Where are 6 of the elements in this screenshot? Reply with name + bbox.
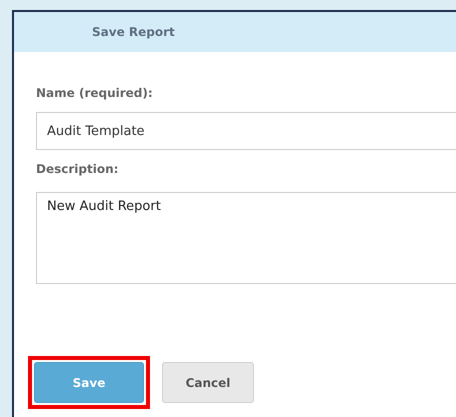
description-field[interactable]: New Audit Report <box>36 192 456 284</box>
field-label: Name (required): <box>36 86 154 100</box>
name-field[interactable]: Audit Template <box>36 112 456 150</box>
cancel-button[interactable]: Cancel <box>162 362 254 403</box>
dialog-title: Save Report <box>92 25 175 39</box>
field-label: Description: <box>36 162 120 176</box>
